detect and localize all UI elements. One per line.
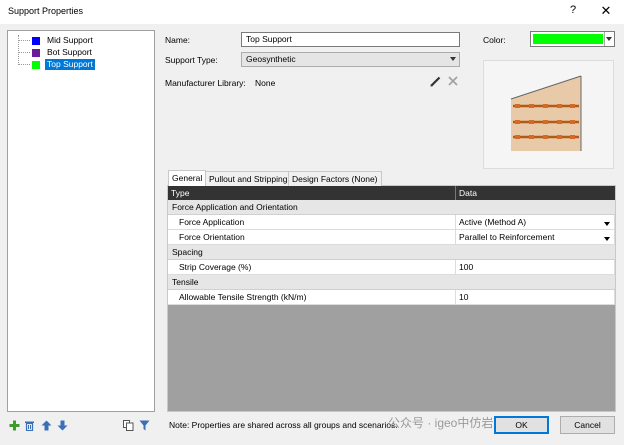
manufacturer-library-label: Manufacturer Library:: [165, 78, 246, 88]
grid-category-row: Force Application and Orientation: [168, 200, 615, 215]
table-row[interactable]: Force Orientation Parallel to Reinforcem…: [168, 230, 615, 245]
tab-general[interactable]: General: [168, 170, 207, 186]
color-swatch: [32, 36, 40, 45]
property-value: Active (Method A): [459, 217, 527, 227]
tab-design-factors[interactable]: Design Factors (None): [288, 171, 382, 186]
filter-icon[interactable]: [139, 420, 150, 431]
title-bar: [0, 0, 624, 24]
edit-pencil-icon[interactable]: [430, 75, 441, 87]
column-header-data: Data: [456, 186, 615, 200]
tree-item-label: Bot Support: [47, 47, 92, 57]
tree-item-label: Top Support: [45, 59, 95, 70]
property-value-input[interactable]: 100: [456, 260, 615, 275]
color-swatch: [32, 60, 40, 69]
tab-pullout-and-stripping[interactable]: Pullout and Stripping: [205, 171, 292, 186]
property-grid: Type Data Force Application and Orientat…: [168, 186, 615, 411]
chevron-down-icon: [606, 37, 612, 41]
color-label: Color:: [483, 35, 506, 45]
shared-properties-note: Note: Properties are shared across all g…: [169, 420, 398, 430]
window-title: Support Properties: [8, 6, 84, 16]
table-row[interactable]: Allowable Tensile Strength (kN/m) 10: [168, 290, 615, 305]
property-value-input[interactable]: 10: [456, 290, 615, 305]
property-name: Force Application: [168, 215, 456, 230]
manufacturer-library-value: None: [255, 78, 276, 88]
delete-icon[interactable]: [24, 420, 35, 432]
property-name: Strip Coverage (%): [168, 260, 456, 275]
tree-item-top-support[interactable]: Top Support: [32, 59, 95, 70]
support-type-label: Support Type:: [165, 55, 218, 65]
support-type-select[interactable]: Geosynthetic: [241, 52, 460, 67]
move-up-icon[interactable]: [41, 420, 52, 431]
tree-line: [18, 64, 30, 65]
grid-category-row: Tensile: [168, 275, 615, 290]
color-dropdown[interactable]: [604, 32, 614, 46]
close-button[interactable]: ✕: [599, 3, 613, 19]
table-row[interactable]: Strip Coverage (%) 100: [168, 260, 615, 275]
color-swatch: [533, 34, 603, 44]
tree-line: [18, 40, 30, 41]
support-type-value: Geosynthetic: [246, 54, 296, 64]
column-header-type: Type: [168, 186, 456, 200]
property-value: Parallel to Reinforcement: [459, 232, 555, 242]
copy-icon[interactable]: [123, 420, 134, 431]
clear-x-icon[interactable]: [448, 76, 458, 86]
name-label: Name:: [165, 35, 191, 45]
table-row[interactable]: Force Application Active (Method A): [168, 215, 615, 230]
property-value-select[interactable]: Active (Method A): [456, 215, 615, 230]
move-down-icon[interactable]: [57, 420, 68, 431]
chevron-down-icon: [450, 57, 456, 61]
property-value-select[interactable]: Parallel to Reinforcement: [456, 230, 615, 245]
color-picker[interactable]: [530, 31, 615, 47]
support-tree[interactable]: Mid Support Bot Support Top Support: [7, 30, 155, 412]
chevron-down-icon: [604, 237, 610, 241]
ok-button[interactable]: OK: [494, 416, 549, 434]
color-swatch: [32, 48, 40, 57]
grid-category-row: Spacing: [168, 245, 615, 260]
tree-item-bot-support[interactable]: Bot Support: [32, 47, 94, 58]
cancel-button[interactable]: Cancel: [560, 416, 615, 434]
tree-line: [18, 52, 30, 53]
property-name: Force Orientation: [168, 230, 456, 245]
help-button[interactable]: ?: [566, 4, 580, 20]
tree-item-mid-support[interactable]: Mid Support: [32, 35, 95, 46]
tree-item-label: Mid Support: [47, 35, 93, 45]
name-field[interactable]: Top Support: [241, 32, 460, 47]
property-name: Allowable Tensile Strength (kN/m): [168, 290, 456, 305]
chevron-down-icon: [604, 222, 610, 226]
add-icon[interactable]: [9, 420, 20, 431]
support-preview: [483, 60, 614, 169]
